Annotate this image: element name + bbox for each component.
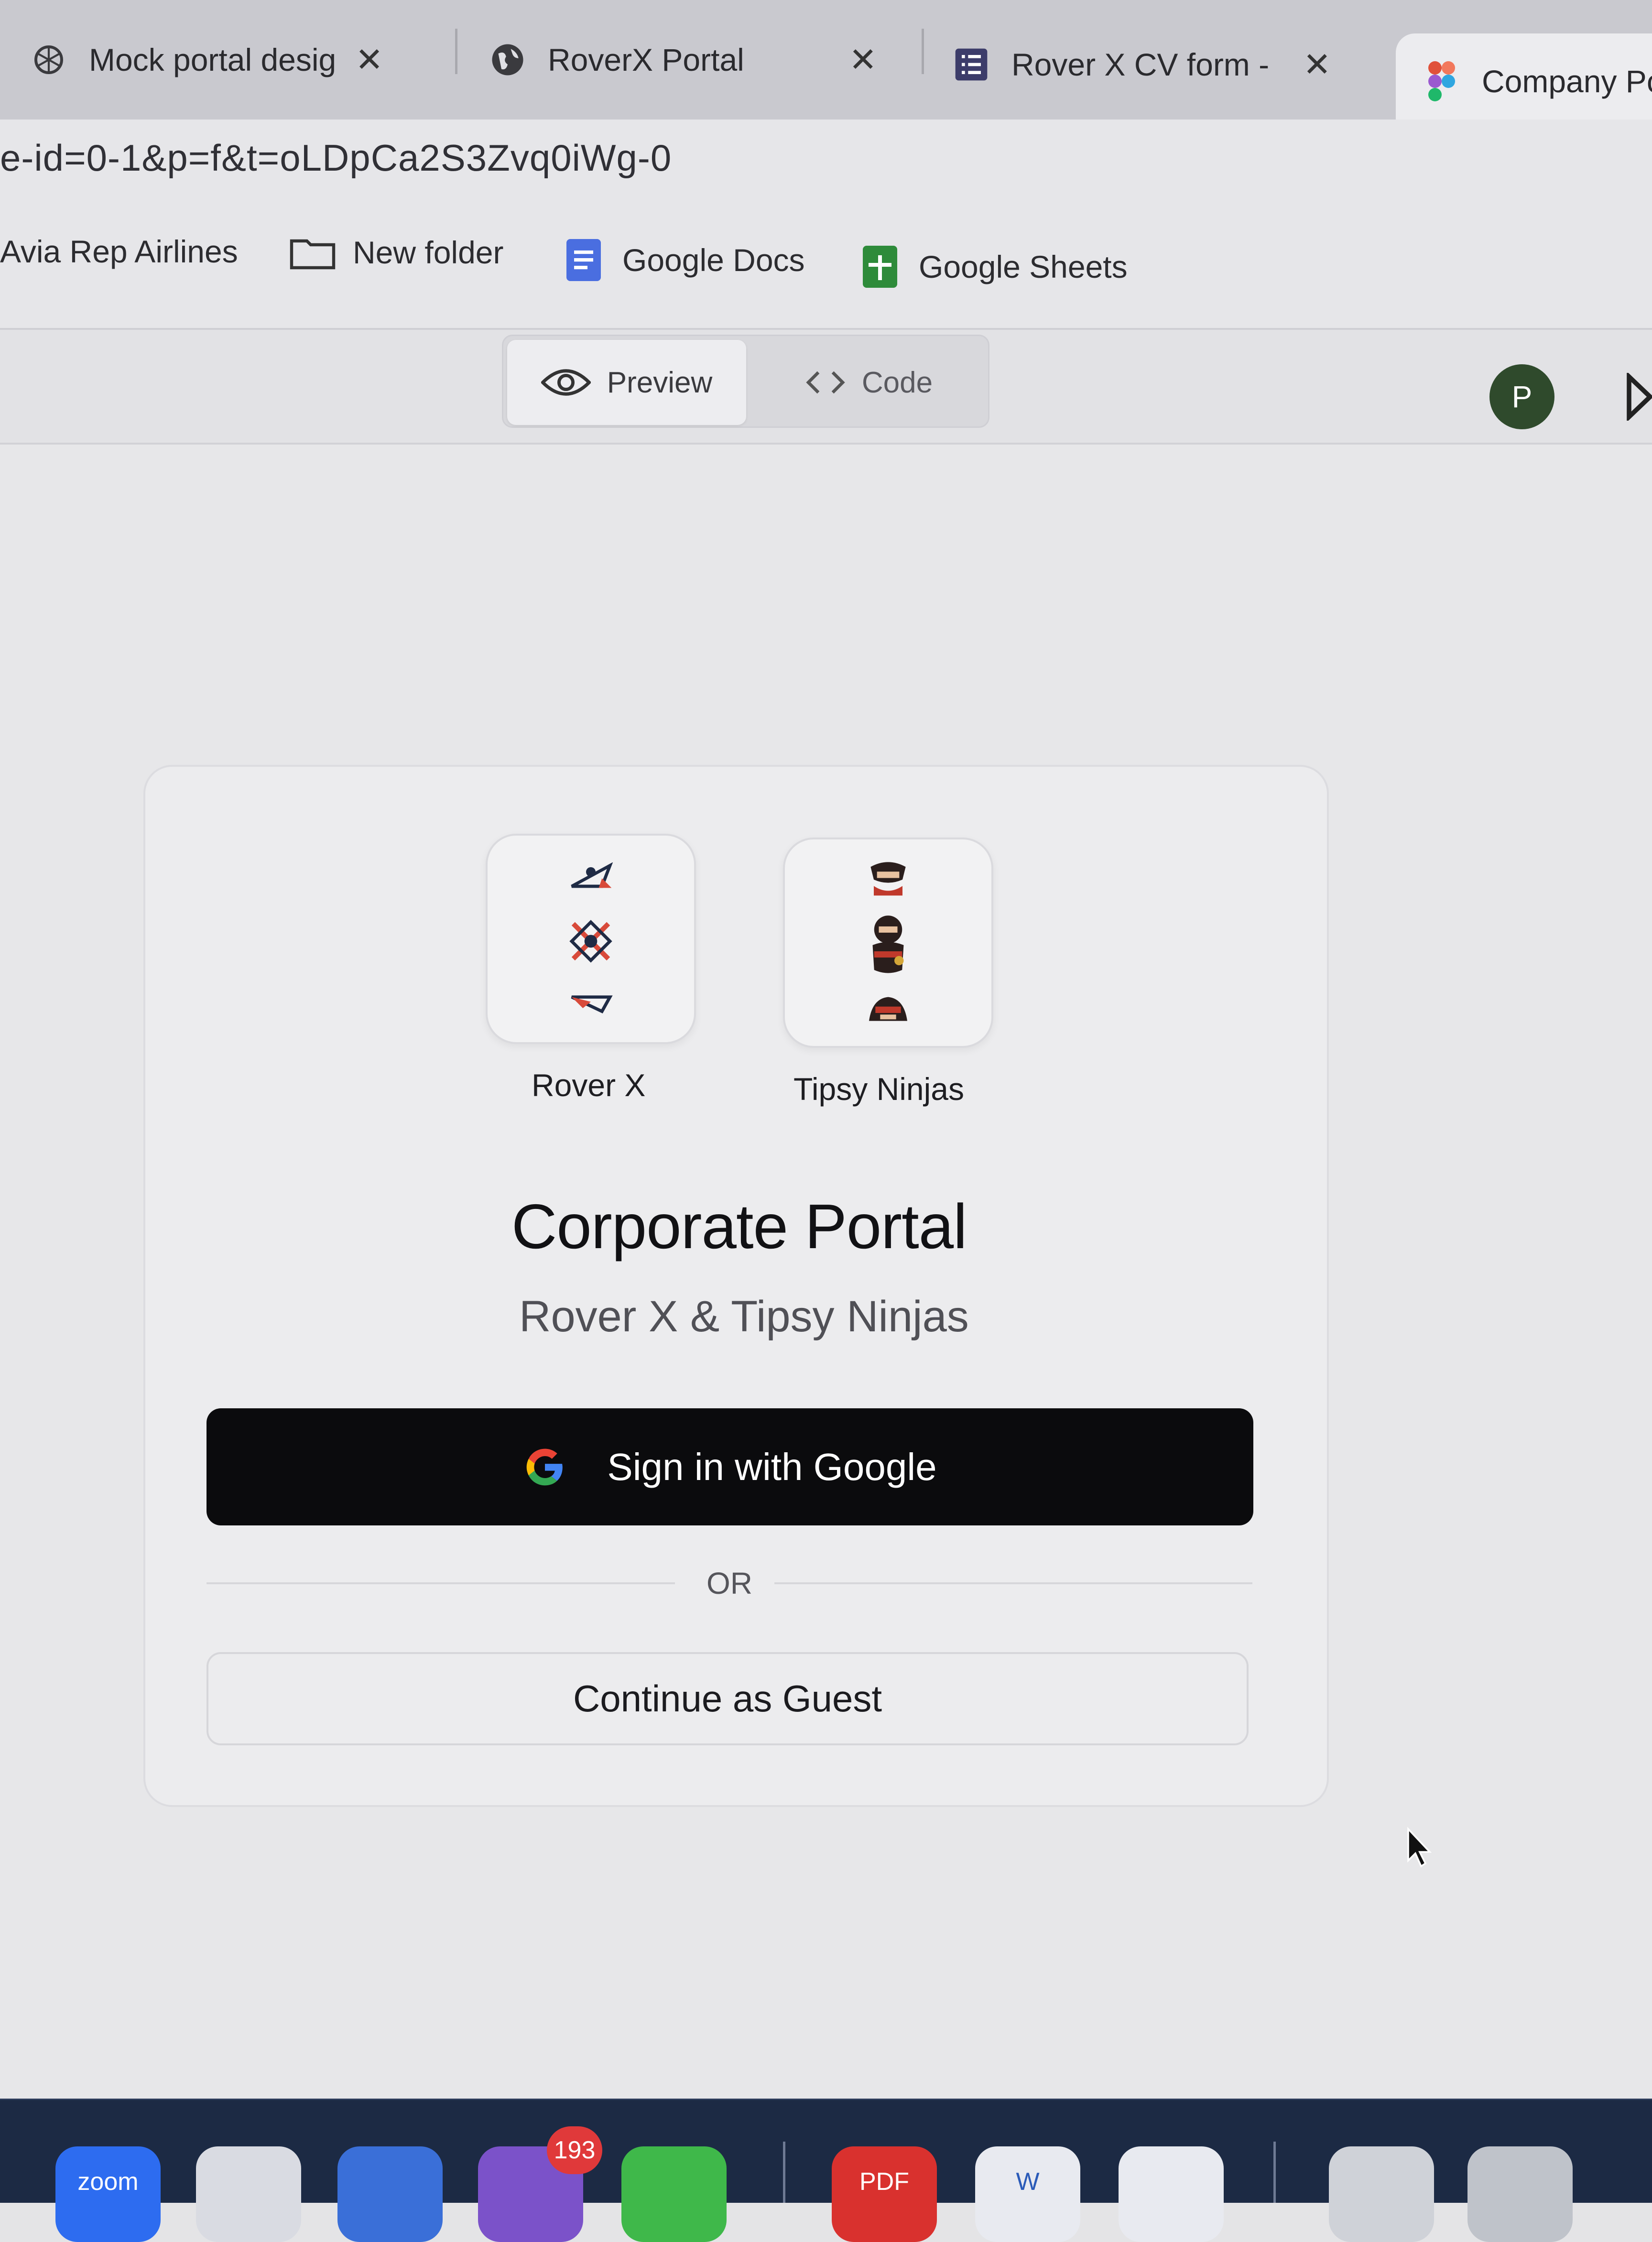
word-label: W	[1016, 2168, 1040, 2196]
figma-icon	[1422, 61, 1462, 101]
tab-company-portal[interactable]: Company Pc	[1396, 33, 1652, 129]
avatar[interactable]: P	[1489, 364, 1554, 429]
dock-separator	[1273, 2142, 1276, 2203]
code-label: Code	[861, 366, 933, 399]
brand-label-tipsy-ninjas: Tipsy Ninjas	[793, 1071, 964, 1107]
continue-as-guest-button[interactable]: Continue as Guest	[206, 1652, 1249, 1745]
documents-folder-icon[interactable]	[1329, 2146, 1434, 2242]
zoom-app-icon[interactable]: zoom	[55, 2146, 161, 2242]
close-icon[interactable]: ✕	[355, 40, 383, 79]
sign-in-google-button[interactable]: Sign in with Google	[206, 1408, 1253, 1525]
rover-x-logo	[569, 920, 612, 963]
page-title: Corporate Portal	[511, 1191, 967, 1262]
mouse-cursor-icon	[1407, 1827, 1432, 1868]
tab-title: Company Pc	[1482, 64, 1652, 99]
bookmark-label: Google Docs	[622, 242, 805, 278]
close-icon[interactable]: ✕	[1303, 45, 1331, 84]
preview-label: Preview	[607, 366, 713, 399]
forms-list-icon	[951, 44, 991, 85]
bookmark-avia-rep[interactable]: Avia Rep Airlines	[0, 233, 238, 270]
rover-x-logo	[571, 862, 613, 888]
tipsy-ninjas-logo	[869, 997, 907, 1021]
tipsy-ninjas-logo-tile	[783, 838, 993, 1048]
globe-icon	[488, 40, 528, 80]
zoom-label: zoom	[77, 2168, 139, 2196]
view-toggle: Preview Code	[502, 335, 989, 428]
tab-title: RoverX Portal	[548, 42, 744, 77]
bookmarks-bar	[0, 225, 1652, 330]
divider-line	[206, 1582, 675, 1584]
trash-icon[interactable]	[1467, 2146, 1573, 2242]
tipsy-ninjas-logo	[870, 862, 906, 896]
tab-mock-portal[interactable]: Mock portal desig ✕	[29, 10, 440, 110]
page-subtitle: Rover X & Tipsy Ninjas	[519, 1292, 969, 1341]
code-brackets-icon	[805, 368, 846, 397]
whatsapp-app-icon[interactable]	[621, 2146, 727, 2242]
login-card	[143, 765, 1329, 1807]
google-button-label: Sign in with Google	[607, 1445, 937, 1488]
rover-x-logo	[571, 995, 613, 1014]
divider-line	[774, 1582, 1252, 1584]
word-app-icon[interactable]: W	[975, 2146, 1080, 2242]
pdf-label: PDF	[859, 2168, 909, 2196]
google-g-icon	[523, 1445, 567, 1489]
pdf-app-icon[interactable]: PDF	[832, 2146, 937, 2242]
google-docs-icon	[562, 237, 605, 283]
dock-separator	[783, 2142, 785, 2203]
tab-separator	[455, 29, 457, 74]
tab-code[interactable]: Code	[752, 340, 986, 425]
close-icon[interactable]: ✕	[849, 40, 877, 79]
google-sheets-icon	[859, 244, 902, 290]
divider-text: OR	[706, 1566, 752, 1600]
tipsy-ninjas-logo	[872, 915, 904, 973]
bookmark-new-folder[interactable]: New folder	[290, 234, 503, 271]
folder-icon	[290, 235, 336, 270]
bookmark-label: Avia Rep Airlines	[0, 234, 238, 269]
onedrive-app-icon[interactable]	[1119, 2146, 1224, 2242]
tab-roverx-portal[interactable]: RoverX Portal ✕	[488, 10, 899, 110]
blue-app-icon[interactable]	[337, 2146, 443, 2242]
brand-label-rover-x: Rover X	[532, 1067, 646, 1103]
tab-preview[interactable]: Preview	[507, 340, 746, 425]
bookmark-google-docs[interactable]: Google Docs	[562, 237, 805, 283]
rover-x-logo-tile	[486, 834, 696, 1044]
notification-badge: 193	[547, 2126, 602, 2174]
bookmark-label: Google Sheets	[919, 249, 1128, 284]
eye-icon	[541, 366, 591, 399]
tab-title: Mock portal desig	[89, 42, 337, 77]
tab-title: Rover X CV form -	[1011, 47, 1270, 82]
tab-rover-cv-form[interactable]: Rover X CV form - ✕	[951, 14, 1372, 115]
bookmark-google-sheets[interactable]: Google Sheets	[859, 244, 1128, 290]
bookmark-label: New folder	[353, 235, 504, 270]
openai-icon	[29, 40, 69, 80]
tab-separator	[922, 29, 924, 74]
play-triangle-icon[interactable]	[1625, 373, 1652, 421]
url-text[interactable]: e-id=0-1&p=f&t=oLDpCa2S3Zvq0iWg-0	[0, 136, 672, 180]
phone-app-icon[interactable]	[196, 2146, 301, 2242]
